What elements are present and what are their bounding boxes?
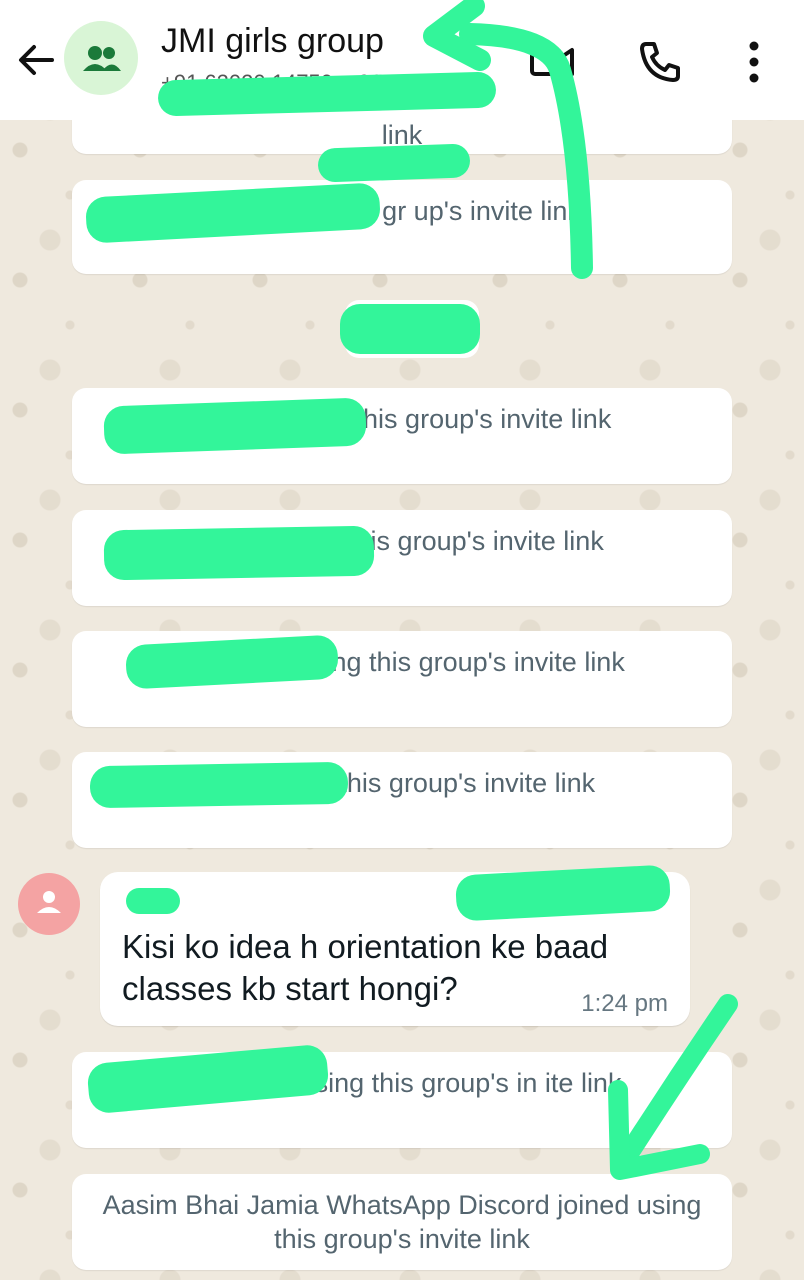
- redaction-mark: [89, 761, 349, 809]
- group-title[interactable]: JMI girls group: [161, 22, 384, 61]
- person-icon: [37, 891, 61, 913]
- sender-avatar[interactable]: [18, 873, 80, 935]
- arrow-left-icon: [19, 45, 54, 75]
- redaction-mark: [340, 304, 480, 354]
- redaction-mark: [126, 888, 180, 914]
- back-button[interactable]: [14, 38, 58, 82]
- phone-icon: [640, 42, 680, 82]
- annotation-arrow-icon: [423, 0, 593, 279]
- group-icon: [83, 46, 121, 71]
- more-options-button[interactable]: [736, 38, 784, 86]
- group-avatar[interactable]: [64, 21, 138, 95]
- more-vert-icon: [749, 41, 759, 83]
- redaction-mark: [103, 525, 375, 581]
- redaction-mark: [103, 397, 367, 455]
- annotation-arrow-icon: [608, 994, 738, 1180]
- system-message-text: Aasim Bhai Jamia WhatsApp Discord joined…: [102, 1190, 702, 1254]
- voice-call-button[interactable]: [636, 38, 684, 86]
